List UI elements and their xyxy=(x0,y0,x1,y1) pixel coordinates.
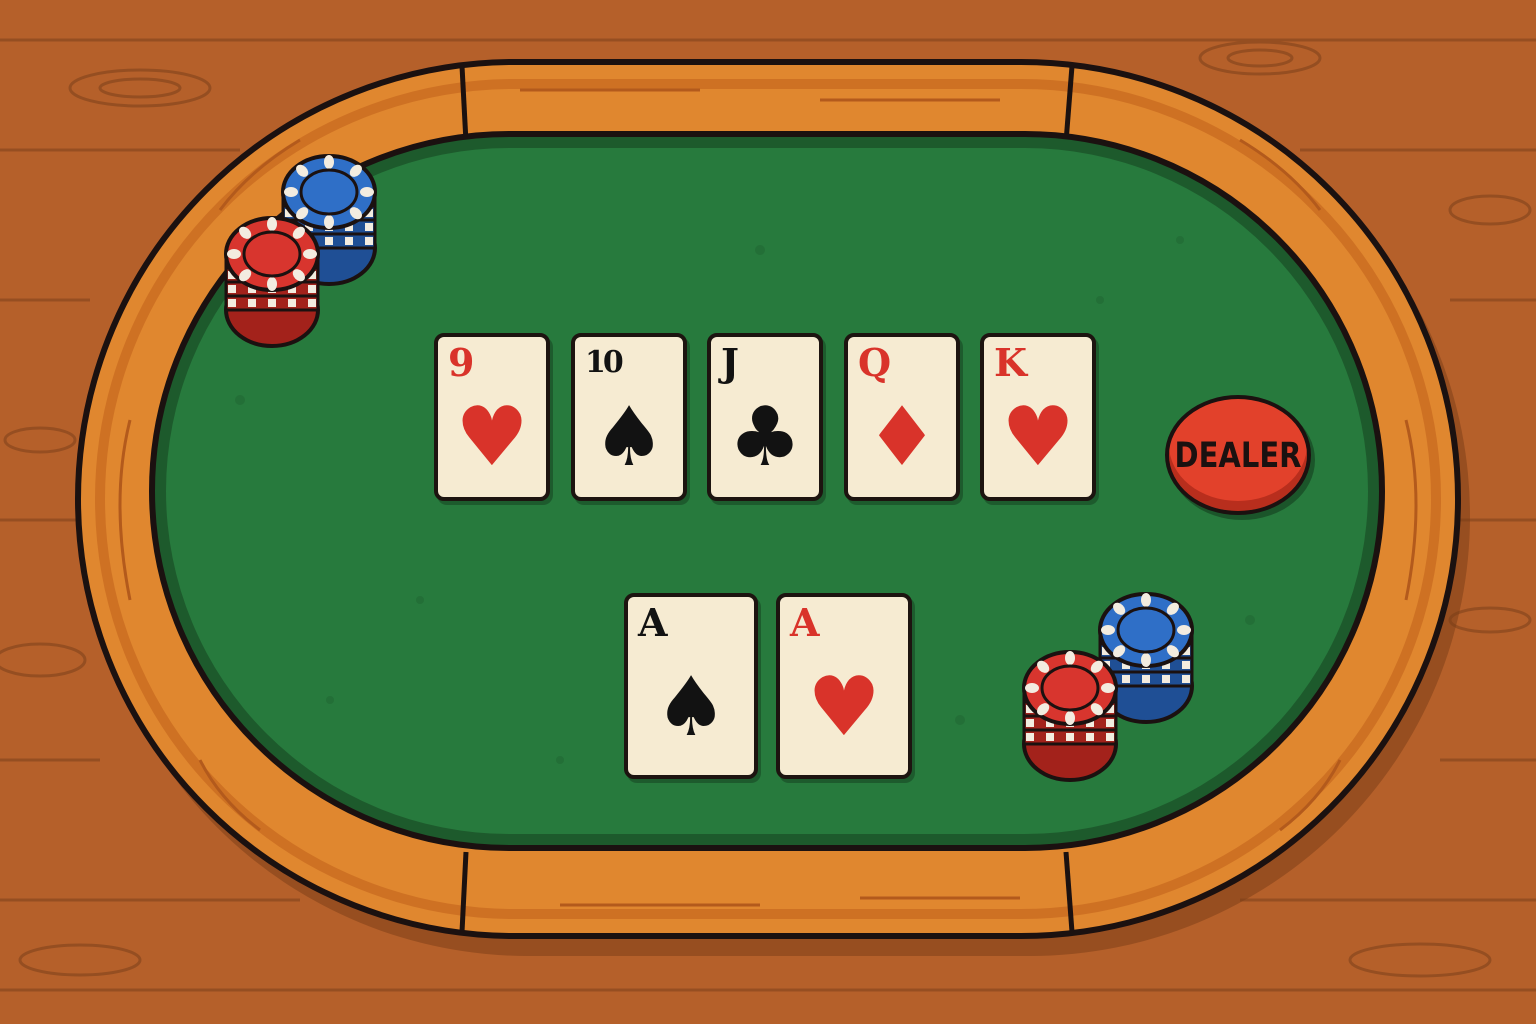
chip-stripe xyxy=(324,215,334,229)
chip-center xyxy=(299,168,359,216)
chip-stack-red-bottom-right xyxy=(1022,650,1118,782)
community-card-3[interactable]: J ♣ xyxy=(707,333,823,501)
chip-edge-stripe xyxy=(248,299,256,307)
diamond-icon: ♦ xyxy=(865,390,939,485)
chip-edge-stripe xyxy=(345,237,353,245)
chip-stripe xyxy=(227,249,241,259)
chip-center xyxy=(1040,664,1100,712)
chip-edge-stripe xyxy=(1182,675,1190,683)
card-rank: A xyxy=(790,600,820,645)
dealer-button-label: DEALER xyxy=(1174,434,1302,476)
community-card-4[interactable]: Q ♦ xyxy=(844,333,960,501)
chip-edge-stripe xyxy=(268,299,276,307)
card-rank: K xyxy=(994,340,1027,385)
chip-stripe xyxy=(360,187,374,197)
chip-stripe xyxy=(267,277,277,291)
club-icon: ♣ xyxy=(728,390,802,485)
spade-icon: ♠ xyxy=(654,660,728,755)
heart-icon: ♥ xyxy=(1001,390,1075,485)
community-card-1[interactable]: 9 ♥ xyxy=(434,333,550,501)
chip-stripe xyxy=(267,217,277,231)
chip-edge-stripe xyxy=(1086,733,1094,741)
poker-table-scene xyxy=(0,0,1536,1024)
chip-edge-stripe xyxy=(228,299,236,307)
card-rank: 10 xyxy=(585,345,624,380)
chip-stripe xyxy=(1065,651,1075,665)
chip-stripe xyxy=(1101,683,1115,693)
chip-edge-stripe xyxy=(1122,675,1130,683)
chip-edge-stripe xyxy=(1162,675,1170,683)
chip-stripe xyxy=(1101,625,1115,635)
chip-stack-red-top-left xyxy=(224,216,320,348)
spade-icon: ♠ xyxy=(592,390,666,485)
chip-edge-stripe xyxy=(325,237,333,245)
chip-edge-stripe xyxy=(308,299,316,307)
chip-edge-stripe xyxy=(1026,733,1034,741)
chip-stripe xyxy=(284,187,298,197)
card-rank: A xyxy=(638,600,668,645)
chip-edge-stripe xyxy=(1106,719,1114,727)
chip-stripe xyxy=(1141,593,1151,607)
chip-edge-stripe xyxy=(365,237,373,245)
card-rank: J xyxy=(721,340,739,385)
chip-edge-stripe xyxy=(1046,733,1054,741)
chip-edge-stripe xyxy=(1182,661,1190,669)
chip-stripe xyxy=(1065,711,1075,725)
chip-stripe xyxy=(324,155,334,169)
hole-card-2[interactable]: A ♥ xyxy=(776,593,912,779)
chip-edge-stripe xyxy=(1026,719,1034,727)
chip-center xyxy=(242,230,302,278)
card-rank: Q xyxy=(858,340,891,385)
card-rank: 9 xyxy=(448,340,474,385)
hole-card-1[interactable]: A ♠ xyxy=(624,593,758,779)
heart-icon: ♥ xyxy=(455,390,529,485)
chip-edge-stripe xyxy=(288,299,296,307)
chip-edge-stripe xyxy=(365,223,373,231)
chip-edge-stripe xyxy=(1106,733,1114,741)
chip-center xyxy=(1116,606,1176,654)
chip-edge-stripe xyxy=(1142,675,1150,683)
community-card-2[interactable]: 10 ♠ xyxy=(571,333,687,501)
chip-stripe xyxy=(1141,653,1151,667)
chip-edge-stripe xyxy=(1066,733,1074,741)
chip-stripe xyxy=(1177,625,1191,635)
chip-stripe xyxy=(1025,683,1039,693)
chip-edge-stripe xyxy=(228,285,236,293)
heart-icon: ♥ xyxy=(807,660,881,755)
chip-stripe xyxy=(303,249,317,259)
chip-edge-stripe xyxy=(308,285,316,293)
dealer-button[interactable]: DEALER xyxy=(1165,395,1311,515)
community-card-5[interactable]: K ♥ xyxy=(980,333,1096,501)
